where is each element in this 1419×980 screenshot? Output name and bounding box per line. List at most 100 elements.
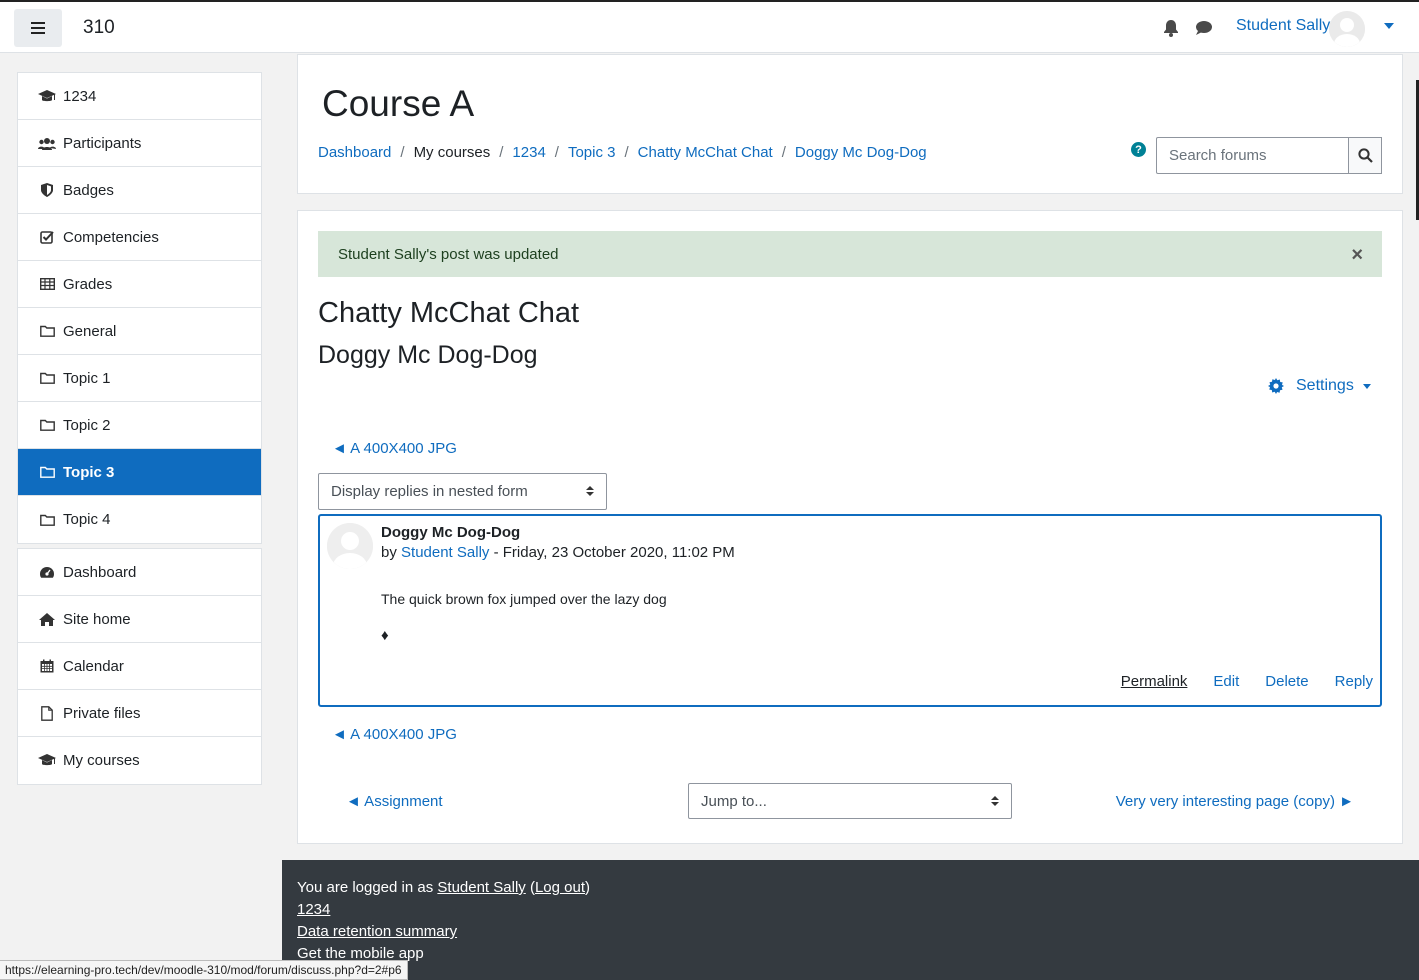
page-header: Course A Dashboard / My courses / 1234 /…	[297, 54, 1403, 194]
nav-item-general[interactable]: General	[18, 308, 261, 355]
post-actions: Permalink Edit Delete Reply	[1121, 673, 1373, 690]
nav-item-label: Dashboard	[63, 563, 137, 581]
nav-item-topic-3[interactable]: Topic 3	[18, 449, 261, 496]
breadcrumb-my-courses: My courses	[413, 144, 491, 161]
graduation-cap-icon	[38, 754, 56, 767]
display-mode-value: Display replies in nested form	[331, 483, 528, 500]
prev-discussion-link[interactable]: ◄ A 400X400 JPG	[332, 440, 457, 457]
edit-link[interactable]: Edit	[1213, 673, 1239, 690]
nav-item-label: Private files	[63, 704, 141, 722]
prev-activity-link[interactable]: ◄ Assignment	[346, 793, 443, 810]
table-icon	[38, 278, 56, 290]
nav-item-calendar[interactable]: Calendar	[18, 643, 261, 690]
site-name[interactable]: 310	[83, 17, 115, 39]
users-icon	[38, 137, 56, 150]
breadcrumb: Dashboard / My courses / 1234 / Topic 3 …	[318, 144, 927, 161]
top-navbar: 310 Student Sally	[0, 0, 1419, 53]
login-info: You are logged in as Student Sally (Log …	[297, 879, 590, 896]
login-prefix: You are logged in as	[297, 879, 438, 896]
breadcrumb-topic[interactable]: Topic 3	[568, 144, 616, 161]
settings-label: Settings	[1296, 377, 1354, 394]
breadcrumb-separator: /	[400, 144, 405, 161]
menu-toggle-button[interactable]	[14, 9, 62, 47]
chat-icon[interactable]	[1195, 20, 1213, 36]
reply-link[interactable]: Reply	[1335, 673, 1373, 690]
page-title: Course A	[322, 83, 475, 124]
user-menu-name[interactable]: Student Sally	[1236, 17, 1330, 35]
avatar[interactable]	[1329, 11, 1365, 47]
nav-item-topic-2[interactable]: Topic 2	[18, 402, 261, 449]
nav-item-grades[interactable]: Grades	[18, 261, 261, 308]
breadcrumb-course[interactable]: 1234	[512, 144, 545, 161]
hamburger-icon	[31, 22, 45, 34]
prev-discussion-link-bottom[interactable]: ◄ A 400X400 JPG	[332, 726, 457, 743]
footer-user-link[interactable]: Student Sally	[437, 879, 525, 896]
data-retention-link[interactable]: Data retention summary	[297, 923, 457, 940]
nav-item-label: Badges	[63, 181, 114, 199]
home-icon	[38, 612, 56, 626]
nav-item-label: Topic 3	[63, 463, 115, 481]
user-menu-caret-icon[interactable]	[1384, 23, 1394, 29]
nav-item-site-home[interactable]: Site home	[18, 596, 261, 643]
browser-status-url: https://elearning-pro.tech/dev/moodle-31…	[0, 960, 408, 980]
search-button[interactable]	[1348, 137, 1382, 174]
breadcrumb-separator: /	[781, 144, 786, 161]
main-region: Student Sally's post was updated × Chatt…	[297, 210, 1403, 844]
discussion-title: Doggy Mc Dog-Dog	[318, 341, 538, 369]
search-icon	[1357, 148, 1373, 163]
nav-item-label: General	[63, 322, 117, 340]
post-author-link[interactable]: Student Sally	[401, 544, 489, 561]
nav-item-participants[interactable]: Participants	[18, 120, 261, 167]
course-nav-group: 1234 Participants Badges Competencies Gr…	[17, 72, 262, 544]
select-arrows-icon	[586, 486, 594, 496]
success-alert: Student Sally's post was updated ×	[318, 231, 1382, 277]
nav-item-badges[interactable]: Badges	[18, 167, 261, 214]
calendar-icon	[38, 659, 56, 673]
user-avatar-icon	[1329, 11, 1365, 47]
nav-item-label: My courses	[63, 752, 140, 769]
nav-item-private-files[interactable]: Private files	[18, 690, 261, 737]
nav-item-label: Site home	[63, 610, 131, 628]
avatar[interactable]	[327, 523, 373, 569]
nav-item-topic-1[interactable]: Topic 1	[18, 355, 261, 402]
tachometer-icon	[38, 566, 56, 578]
shield-icon	[38, 183, 56, 197]
post-diamond-symbol: ♦	[381, 627, 389, 644]
alert-message: Student Sally's post was updated	[338, 245, 559, 263]
nav-item-competencies[interactable]: Competencies	[18, 214, 261, 261]
footer-course-link[interactable]: 1234	[297, 901, 330, 918]
breadcrumb-discussion[interactable]: Doggy Mc Dog-Dog	[795, 144, 927, 161]
chevron-down-icon	[1362, 383, 1371, 389]
settings-menu-button[interactable]: Settings	[1268, 377, 1371, 395]
permalink-link[interactable]: Permalink	[1121, 673, 1188, 690]
folder-icon	[38, 325, 56, 337]
help-icon[interactable]: ?	[1131, 142, 1146, 157]
breadcrumb-dashboard[interactable]: Dashboard	[318, 144, 391, 161]
breadcrumb-forum[interactable]: Chatty McChat Chat	[638, 144, 773, 161]
next-activity-link[interactable]: Very very interesting page (copy) ►	[1116, 793, 1354, 810]
close-icon[interactable]: ×	[1351, 244, 1363, 267]
folder-icon	[38, 419, 56, 431]
folder-icon	[38, 372, 56, 384]
nav-item-label: Topic 4	[63, 511, 111, 528]
forum-title: Chatty McChat Chat	[318, 297, 580, 329]
user-avatar-icon	[327, 523, 373, 569]
forum-post: Doggy Mc Dog-Dog by Student Sally - Frid…	[318, 514, 1382, 707]
file-icon	[38, 705, 56, 721]
gear-icon	[1268, 378, 1284, 394]
logout-link[interactable]: Log out	[535, 879, 585, 896]
nav-drawer: 1234 Participants Badges Competencies Gr…	[17, 72, 262, 789]
nav-item-course[interactable]: 1234	[18, 73, 261, 120]
graduation-cap-icon	[38, 89, 56, 103]
post-byline: by Student Sally - Friday, 23 October 20…	[381, 544, 735, 561]
nav-item-topic-4[interactable]: Topic 4	[18, 496, 261, 543]
post-by-prefix: by	[381, 544, 397, 561]
nav-item-label: Topic 1	[63, 369, 111, 387]
bell-icon[interactable]	[1163, 19, 1179, 37]
display-mode-select[interactable]: Display replies in nested form	[318, 473, 607, 510]
delete-link[interactable]: Delete	[1265, 673, 1308, 690]
jump-to-select[interactable]: Jump to...	[688, 783, 1012, 819]
nav-item-my-courses[interactable]: My courses	[18, 737, 261, 784]
breadcrumb-separator: /	[624, 144, 629, 161]
nav-item-dashboard[interactable]: Dashboard	[18, 549, 261, 596]
